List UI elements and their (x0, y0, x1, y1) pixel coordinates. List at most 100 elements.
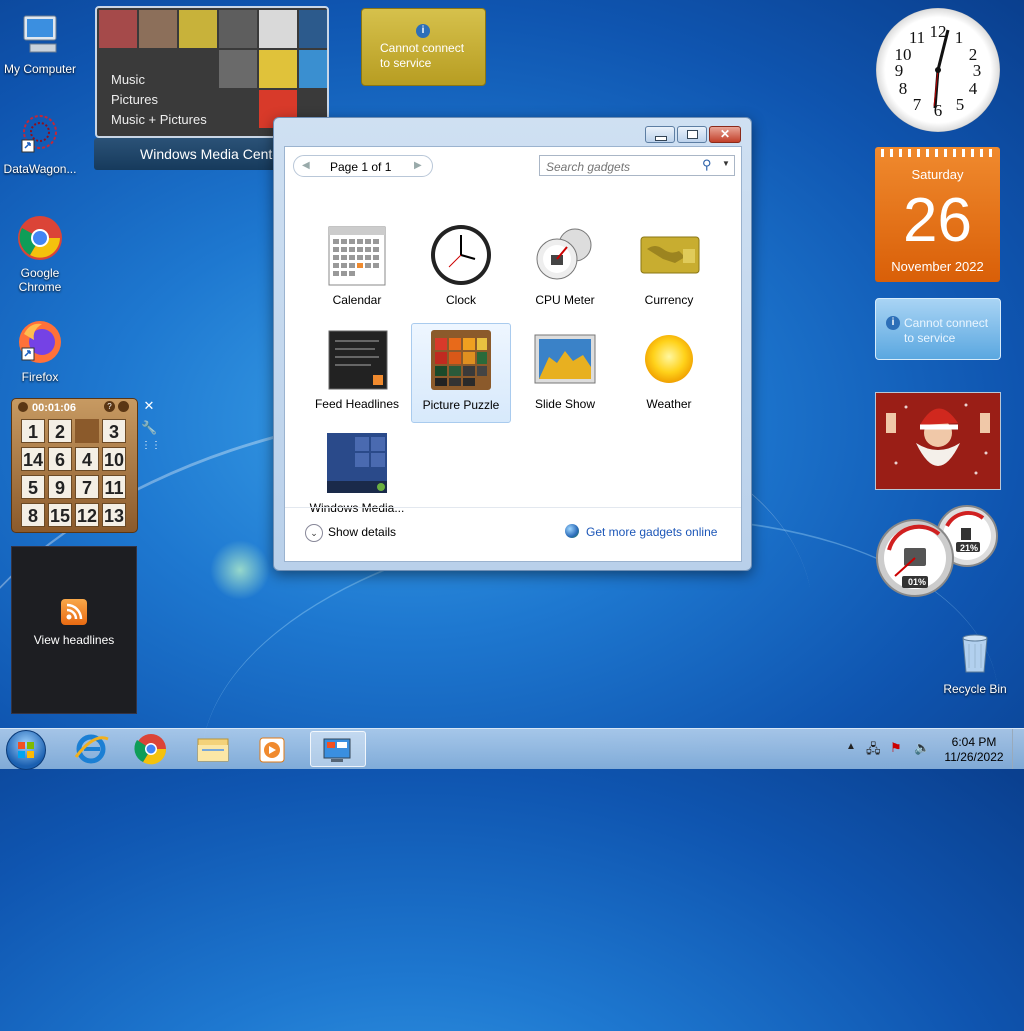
puzzle-tile[interactable]: 12 (75, 503, 99, 527)
puzzle-tile[interactable]: 1 (21, 419, 45, 443)
gadget-clock[interactable]: Clock (411, 219, 511, 319)
drag-handle-icon[interactable]: ⋮⋮ (141, 440, 161, 456)
puzzle-tile[interactable]: 14 (21, 447, 45, 471)
gadget-calendar[interactable]: Calendar (307, 219, 407, 319)
picture-puzzle-gadget[interactable]: 00:01:06 ? 1 2 3 14 6 4 10 5 9 7 11 8 15 12 13 (11, 398, 138, 533)
taskbar-clock[interactable]: 6:04 PM 11/26/2022 (944, 735, 1004, 765)
prev-page-icon[interactable]: ◀ (302, 160, 310, 171)
taskbar-time: 6:04 PM (951, 735, 997, 749)
puzzle-tile[interactable]: 10 (102, 447, 126, 471)
page-label: Page 1 of 1 (330, 160, 392, 174)
puzzle-tile[interactable]: 4 (75, 447, 99, 471)
media-menu-pictures[interactable]: Pictures (111, 90, 207, 110)
search-gadgets-box[interactable]: ⚲ ▼ (539, 155, 735, 176)
close-icon: ✕ (719, 127, 731, 141)
chevron-down-icon[interactable]: ▼ (722, 159, 730, 168)
desktop-icon-firefox[interactable]: Firefox (0, 318, 80, 384)
currency-gadget-right[interactable]: i Cannot connect to service (875, 298, 1001, 360)
puzzle-tile[interactable]: 15 (48, 503, 72, 527)
desktop-icon-label: Google Chrome (18, 266, 62, 294)
gadget-label: Weather (646, 397, 692, 411)
currency-gadget-top[interactable]: i Cannot connect to service (361, 8, 486, 86)
minimize-button[interactable] (645, 126, 675, 143)
puzzle-tile[interactable]: 7 (75, 475, 99, 499)
volume-icon[interactable]: 🔈 (914, 740, 930, 756)
desktop-icon-my-computer[interactable]: My Computer (0, 10, 80, 76)
gadgets-icon (323, 738, 351, 762)
puzzle-tile[interactable]: 9 (48, 475, 72, 499)
weather-thumb-icon (637, 327, 701, 391)
taskbar-internet-explorer[interactable] (64, 731, 118, 767)
computer-icon (16, 10, 64, 58)
picture-puzzle-thumb-icon (429, 328, 493, 392)
feed-headlines-gadget[interactable]: View headlines (11, 546, 137, 714)
puzzle-tile[interactable]: 13 (102, 503, 126, 527)
puzzle-tile[interactable]: 11 (102, 475, 126, 499)
puzzle-tile[interactable]: 8 (21, 503, 45, 527)
desktop-icon-datawagon[interactable]: DataWagon... (0, 110, 80, 176)
puzzle-tile[interactable]: 6 (48, 447, 72, 471)
currency-error-line2: to service (904, 331, 956, 345)
gadget-currency[interactable]: Currency (619, 219, 719, 319)
get-more-gadgets-link[interactable]: Get more gadgets online (586, 525, 717, 539)
calendar-rings-icon (881, 149, 994, 157)
taskbar-chrome[interactable] (124, 731, 178, 767)
chrome-icon (16, 214, 64, 262)
calendar-gadget[interactable]: Saturday 26 November 2022 (875, 147, 1000, 282)
clock-gadget[interactable]: 12 1 2 3 4567 8 9 10 11 (876, 8, 1000, 132)
firefox-icon (16, 318, 64, 366)
gadget-gallery-window[interactable]: ✕ ◀ Page 1 of 1 ▶ ⚲ ▼ Calendar Clock (273, 117, 752, 571)
svg-text:12: 12 (930, 22, 947, 41)
cpu-meter-thumb-icon (533, 223, 597, 287)
picture-icon[interactable] (118, 401, 129, 412)
action-center-flag-icon[interactable]: ⚑ (890, 740, 902, 756)
puzzle-empty-slot[interactable] (75, 419, 99, 443)
taskbar-gadgets[interactable] (310, 731, 366, 767)
svg-text:11: 11 (909, 28, 925, 47)
clock-thumb-icon (429, 223, 493, 287)
view-headlines-link[interactable]: View headlines (12, 633, 136, 647)
show-desktop-button[interactable] (1012, 729, 1024, 769)
media-tile (299, 50, 327, 88)
help-icon[interactable]: ? (104, 401, 115, 412)
gadget-label: Calendar (332, 293, 382, 307)
next-page-icon[interactable]: ▶ (414, 160, 422, 171)
rss-icon (61, 599, 87, 625)
media-menu-music-pictures[interactable]: Music + Pictures (111, 110, 207, 130)
media-tile (299, 10, 327, 48)
currency-error-line2: to service (380, 56, 432, 70)
maximize-button[interactable] (677, 126, 707, 143)
puzzle-tile[interactable]: 3 (102, 419, 126, 443)
info-icon: i (886, 316, 900, 330)
media-menu-music[interactable]: Music (111, 70, 207, 90)
gadget-feed-headlines[interactable]: Feed Headlines (307, 323, 407, 423)
close-gadget-icon[interactable]: ✕ (141, 398, 157, 414)
expand-circle-icon[interactable]: ⌄ (305, 524, 323, 542)
puzzle-tile[interactable]: 5 (21, 475, 45, 499)
media-tile (179, 10, 217, 48)
svg-text:1: 1 (955, 28, 964, 47)
taskbar-file-explorer[interactable] (186, 731, 240, 767)
search-gadgets-input[interactable] (544, 158, 698, 175)
gadget-cpu-meter[interactable]: CPU Meter (515, 219, 615, 319)
cpu-meter-gadget[interactable]: 01% 21% (875, 504, 999, 598)
network-icon[interactable]: 🖧 (866, 740, 881, 762)
slide-show-gadget[interactable] (875, 392, 1001, 490)
info-icon: i (416, 24, 430, 38)
puzzle-tile[interactable]: 2 (48, 419, 72, 443)
gadget-picture-puzzle[interactable]: Picture Puzzle (411, 323, 511, 423)
search-icon[interactable]: ⚲ (702, 157, 712, 173)
gadget-slide-show[interactable]: Slide Show (515, 323, 615, 423)
taskbar-media-player[interactable] (244, 731, 298, 767)
svg-text:7: 7 (913, 95, 922, 114)
media-center-bar[interactable]: Windows Media Center (94, 138, 284, 170)
desktop-icon-recycle-bin[interactable]: Recycle Bin (935, 630, 1015, 696)
show-hidden-icons-icon[interactable]: ▲ (846, 741, 856, 752)
show-details-link[interactable]: Show details (328, 525, 396, 539)
close-button[interactable]: ✕ (709, 126, 741, 143)
options-wrench-icon[interactable]: 🔧 (141, 420, 157, 436)
start-orb-icon[interactable] (6, 730, 46, 770)
gadget-weather[interactable]: Weather (619, 323, 719, 423)
desktop-icon-chrome[interactable]: Google Chrome (0, 214, 80, 294)
taskbar: ▲ 🖧 ⚑ 🔈 6:04 PM 11/26/2022 (0, 728, 1024, 770)
